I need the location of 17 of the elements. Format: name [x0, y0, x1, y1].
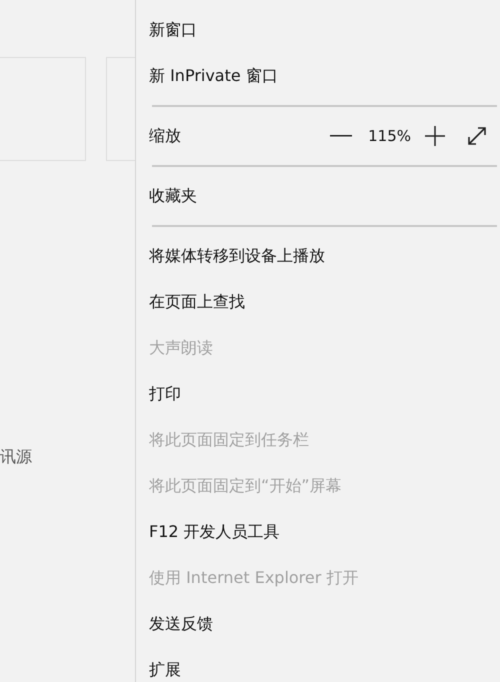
feed-label: 讯源	[0, 447, 33, 468]
minus-icon	[330, 135, 352, 137]
fullscreen-button[interactable]	[467, 126, 487, 146]
menu-item[interactable]: 新窗口	[149, 7, 497, 53]
menu-item[interactable]: 收藏夹	[149, 173, 497, 219]
menu-item[interactable]: 将媒体转移到设备上播放	[149, 233, 497, 279]
diagonal-arrow-icon	[467, 126, 487, 146]
menu-item[interactable]: F12 开发人员工具	[149, 509, 497, 555]
menu-item[interactable]: 打印	[149, 371, 497, 417]
menu-item[interactable]: 新 InPrivate 窗口	[149, 53, 497, 99]
zoom-value: 115%	[368, 127, 411, 145]
zoom-label: 缩放	[149, 126, 182, 146]
menu-item[interactable]: 发送反馈	[149, 601, 497, 647]
zoom-in-button[interactable]	[425, 126, 445, 146]
plus-icon	[425, 126, 445, 146]
menu-item[interactable]: 在页面上查找	[149, 279, 497, 325]
menu-item[interactable]: 扩展	[149, 647, 497, 682]
